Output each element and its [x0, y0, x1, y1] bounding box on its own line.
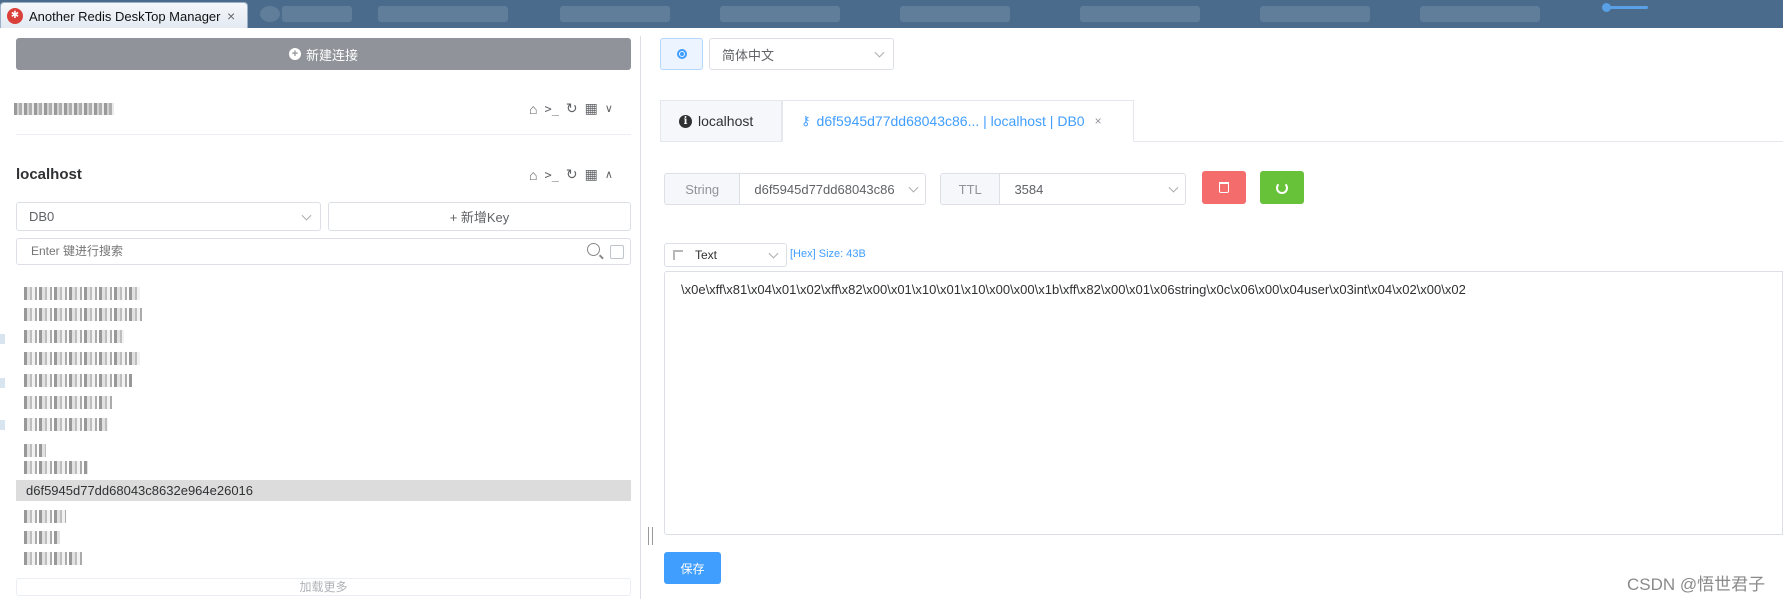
db-select-value: DB0 [29, 209, 55, 224]
key-item-blurred[interactable] [24, 444, 46, 457]
hex-size-label: [Hex] Size: 43B [790, 248, 866, 260]
refresh-icon [1276, 182, 1288, 194]
ttl-value: 3584 [1014, 181, 1044, 197]
connection-actions: ⌂ >_ ↻ ▦ ∨ [529, 100, 613, 117]
key-item-blurred[interactable] [24, 396, 114, 409]
close-tab-icon[interactable]: × [227, 8, 235, 24]
background-tab[interactable] [1080, 6, 1200, 22]
dark-mode-toggle[interactable] [660, 38, 703, 70]
refresh-icon[interactable]: ↻ [566, 166, 578, 183]
chevron-down-icon [874, 47, 885, 58]
refresh-key-button[interactable] [1260, 171, 1304, 204]
format-select-value: Text [695, 248, 718, 262]
key-item-blurred[interactable] [24, 352, 140, 365]
language-select[interactable]: 简体中文 [709, 38, 894, 70]
connection-name[interactable]: localhost [16, 166, 82, 183]
key-item-blurred[interactable] [24, 418, 108, 431]
key-item-selected[interactable]: d6f5945d77dd68043c8632e964e26016 [16, 480, 631, 501]
tab-key-detail[interactable]: ⚷ d6f5945d77dd68043c86... | localhost | … [782, 100, 1134, 142]
key-item-blurred[interactable] [24, 531, 60, 544]
new-connection-label: 新建连接 [305, 47, 358, 63]
key-name: d6f5945d77dd68043c8632e964e26016 [26, 483, 254, 498]
key-item-blurred[interactable] [24, 552, 84, 565]
scroll-marker [0, 334, 5, 344]
background-tab[interactable] [1420, 6, 1540, 22]
connection-actions: ⌂ >_ ↻ ▦ ∧ [529, 166, 613, 183]
terminal-icon[interactable]: >_ [544, 168, 558, 182]
add-key-button[interactable]: + 新增Key [328, 202, 631, 231]
value-textarea[interactable]: \x0e\xff\x81\x04\x01\x02\xff\x82\x00\x01… [664, 271, 1783, 535]
zoom-slider-handle[interactable] [1602, 3, 1611, 12]
tab-label: localhost [698, 113, 754, 129]
search-input[interactable] [31, 244, 571, 258]
terminal-icon[interactable]: >_ [544, 102, 558, 116]
scroll-marker [0, 378, 5, 388]
resize-handle[interactable] [648, 527, 653, 545]
save-button[interactable]: 保存 [664, 552, 721, 584]
background-tab[interactable] [378, 6, 508, 22]
exact-search-checkbox[interactable] [610, 245, 624, 259]
divider [16, 134, 631, 135]
chevron-down-icon[interactable]: ∨ [605, 102, 613, 115]
new-connection-button[interactable]: + 新建连接 [16, 38, 631, 70]
window-title: Another Redis DeskTop Manager [29, 9, 221, 24]
delete-key-button[interactable] [1202, 171, 1246, 204]
sitemap-icon [673, 250, 683, 260]
tab-connection-info[interactable]: i localhost [660, 100, 782, 142]
key-type-group: String d6f5945d77dd68043c86 [664, 173, 926, 205]
connection-item-blurred[interactable] [14, 100, 114, 118]
refresh-icon[interactable]: ↻ [566, 100, 578, 117]
load-more-button[interactable]: 加载更多 [16, 578, 631, 596]
background-tab[interactable] [720, 6, 840, 22]
key-item-blurred[interactable] [24, 461, 88, 474]
home-icon[interactable]: ⌂ [529, 167, 537, 183]
key-type-label: String [665, 174, 741, 204]
plus-circle-icon: + [288, 48, 301, 60]
key-item-blurred[interactable] [24, 308, 142, 321]
add-key-label: + 新增Key [449, 210, 510, 225]
ttl-label: TTL [941, 174, 1001, 204]
background-tab[interactable] [282, 6, 352, 22]
grid-icon[interactable]: ▦ [585, 100, 598, 117]
new-tab-icon[interactable] [260, 6, 280, 22]
background-tab[interactable] [900, 6, 1010, 22]
tabs-bar: i localhost ⚷ d6f5945d77dd68043c86... | … [660, 100, 1783, 142]
grid-icon[interactable]: ▦ [585, 166, 598, 183]
value-text: \x0e\xff\x81\x04\x01\x02\xff\x82\x00\x01… [681, 282, 1466, 297]
scroll-marker [0, 420, 5, 430]
ttl-group: TTL 3584 [940, 173, 1186, 205]
key-name-input[interactable]: d6f5945d77dd68043c86 [740, 174, 925, 204]
tab-label: d6f5945d77dd68043c86... | localhost | DB… [816, 113, 1085, 129]
trash-icon [1219, 182, 1229, 193]
blurred-connection-name [14, 103, 114, 115]
key-item-blurred[interactable] [24, 287, 140, 300]
key-item-blurred[interactable] [24, 374, 132, 387]
redis-app-icon: ✱ [7, 8, 23, 24]
db-select[interactable]: DB0 [16, 202, 321, 231]
background-tab[interactable] [560, 6, 670, 22]
pane-divider [640, 36, 641, 599]
window-tab-active[interactable]: ✱ Another Redis DeskTop Manager × [0, 2, 248, 28]
search-box [16, 238, 631, 265]
ttl-input[interactable]: 3584 [1000, 174, 1185, 204]
chevron-up-icon[interactable]: ∧ [605, 168, 613, 181]
language-select-value: 简体中文 [722, 47, 775, 63]
watermark: CSDN @悟世君子 [1627, 575, 1766, 594]
zoom-slider-track[interactable] [1608, 6, 1648, 9]
search-icon[interactable] [587, 243, 600, 256]
home-icon[interactable]: ⌂ [529, 101, 537, 117]
format-select[interactable]: Text [664, 243, 787, 267]
background-tab[interactable] [1260, 6, 1370, 22]
chevron-down-icon [908, 182, 919, 193]
key-icon: ⚷ [801, 113, 811, 128]
chevron-down-icon [301, 210, 312, 221]
chevron-down-icon [768, 248, 779, 259]
chevron-down-icon [1168, 182, 1179, 193]
key-item-blurred[interactable] [24, 510, 66, 523]
key-name-value: d6f5945d77dd68043c86 [754, 181, 895, 197]
key-item-blurred[interactable] [24, 330, 124, 343]
info-icon: i [679, 114, 692, 128]
theme-icon [677, 49, 687, 59]
close-icon[interactable]: × [1095, 114, 1102, 128]
